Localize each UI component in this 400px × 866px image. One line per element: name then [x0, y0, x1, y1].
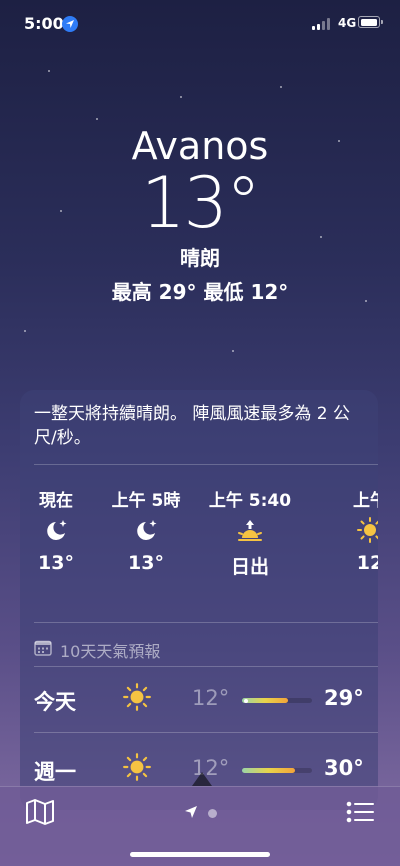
sun-icon: [330, 508, 378, 552]
high-low-temperature: 最高 29° 最低 12°: [111, 280, 289, 304]
hourly-time: 上午: [353, 491, 378, 511]
hourly-time: 上午 5時: [111, 491, 181, 511]
map-icon[interactable]: [24, 798, 56, 826]
hourly-time: 現在: [39, 491, 73, 511]
forecast-high: 30°: [324, 756, 364, 780]
battery-icon: [358, 16, 383, 28]
location-services-icon: [62, 16, 78, 32]
weather-details-card[interactable]: 一整天將持續晴朗。 陣風風速最多為 2 公尺/秒。 現在 13° 上午 5時 1…: [20, 390, 378, 810]
sunrise-icon: [200, 508, 300, 552]
hourly-item: 上午 5:40 日出: [200, 486, 300, 579]
forecast-day: 週一: [34, 760, 76, 784]
status-time: 5:00: [24, 14, 64, 33]
ten-day-forecast-header: 10天天氣預報: [34, 638, 160, 662]
divider: [34, 732, 378, 733]
hourly-temp: 12: [356, 552, 378, 574]
range-segment: [242, 768, 295, 773]
temperature-range-bar: [242, 768, 312, 773]
hourly-forecast[interactable]: 現在 13° 上午 5時 13° 上午 5:40 日出 上 12: [20, 486, 378, 596]
network-type: 4G: [338, 16, 357, 30]
divider: [34, 666, 378, 667]
signal-strength-icon: [312, 18, 334, 30]
current-location-arrow-icon: [184, 804, 198, 823]
hourly-temp: 日出: [230, 556, 269, 578]
forecast-high: 29°: [324, 686, 364, 710]
hourly-item: 上午 12: [330, 486, 378, 574]
hourly-temp: 13°: [38, 552, 74, 574]
forecast-day: 今天: [34, 690, 76, 714]
calendar-icon: [34, 640, 52, 660]
page-dot: [208, 809, 217, 818]
hourly-temp: 13°: [128, 552, 164, 574]
page-indicator[interactable]: [184, 804, 217, 823]
divider: [34, 464, 378, 465]
status-bar: 5:00 4G: [0, 0, 400, 44]
current-temp-dot: [243, 698, 248, 703]
moon-stars-icon: [106, 508, 186, 552]
home-indicator[interactable]: [130, 852, 270, 857]
temperature-range-bar: [242, 698, 312, 703]
hourly-item: 上午 5時 13°: [106, 486, 186, 574]
list-icon[interactable]: [344, 798, 376, 826]
forecast-title: 10天天氣預報: [60, 642, 161, 661]
weather-summary: 一整天將持續晴朗。 陣風風速最多為 2 公尺/秒。: [34, 404, 351, 448]
sun-icon: [122, 682, 152, 716]
weather-condition: 晴朗: [180, 246, 220, 270]
range-segment: [242, 698, 288, 703]
sun-icon: [122, 752, 152, 786]
moon-stars-icon: [20, 508, 96, 552]
forecast-row-today[interactable]: 今天 12° 29°: [34, 670, 378, 730]
divider: [34, 622, 378, 623]
current-temperature: 13°: [140, 162, 261, 244]
hourly-time: 上午 5:40: [208, 491, 292, 511]
forecast-low: 12°: [192, 686, 230, 710]
hourly-item: 現在 13°: [20, 486, 96, 574]
